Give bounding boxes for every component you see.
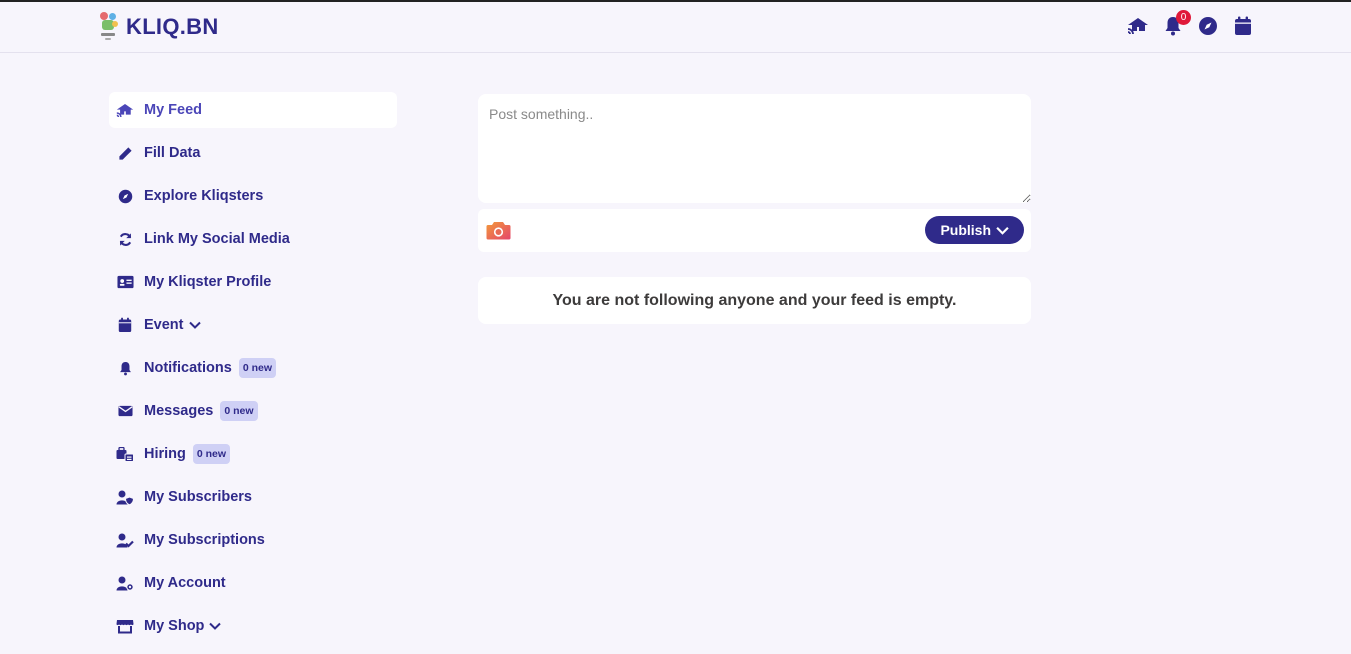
sidebar-item-messages[interactable]: Messages 0 new [109,393,397,429]
sidebar-item-hiring[interactable]: Hiring 0 new [109,436,397,472]
sidebar-item-my-subscriptions[interactable]: My Subscriptions [109,522,397,558]
sidebar-item-kliqster-profile[interactable]: My Kliqster Profile [109,264,397,300]
sidebar-item-my-feed[interactable]: My Feed [109,92,397,128]
user-check-icon [116,531,134,549]
post-input[interactable] [478,94,1031,203]
sidebar-item-my-account[interactable]: My Account [109,565,397,601]
camera-icon [486,222,511,240]
sidebar-item-label: Notifications [144,360,232,376]
chevron-down-icon [996,226,1009,235]
sidebar-item-label: Event [144,317,184,333]
sidebar-item-label: Link My Social Media [144,231,290,247]
sidebar-item-event[interactable]: Event [109,307,397,343]
hiring-new-badge: 0 new [192,444,231,464]
sidebar-item-fill-data[interactable]: Fill Data [109,135,397,171]
chevron-down-icon [188,321,201,329]
sidebar-item-label: My Subscriptions [144,532,265,548]
empty-feed-message: You are not following anyone and your fe… [478,277,1031,324]
sidebar-item-label: My Subscribers [144,489,252,505]
sidebar-item-label: My Kliqster Profile [144,274,272,290]
notification-count-badge: 0 [1176,10,1191,25]
hiring-icon [116,445,134,463]
sidebar-item-label: Explore Kliqsters [144,188,264,204]
envelope-icon [116,402,134,420]
sync-icon [116,230,134,248]
sidebar-item-notifications[interactable]: Notifications 0 new [109,350,397,386]
sidebar-item-label: My Feed [144,102,203,118]
sidebar-item-label: Messages [144,403,214,419]
pencil-icon [116,144,134,162]
publish-label: Publish [940,222,991,238]
compass-icon [1199,17,1217,35]
top-navbar: KLIQ.BN 0 [0,2,1351,53]
bell-icon [116,359,134,377]
sidebar-item-label: My Shop [144,618,205,634]
sidebar-item-label: Hiring [144,446,186,462]
chevron-down-icon [209,622,222,630]
user-gear-icon [116,574,134,592]
post-actions-bar: Publish [478,209,1031,252]
camera-upload-button[interactable] [486,221,511,245]
shop-icon [116,617,134,635]
logo-image [98,12,120,42]
calendar-button[interactable] [1231,14,1255,38]
sidebar-nav: My Feed Fill Data Explore Kliqsters Link… [109,92,397,651]
sidebar-item-label: Fill Data [144,145,201,161]
notifications-button[interactable]: 0 [1161,10,1191,38]
notifications-new-badge: 0 new [238,358,276,378]
feed-icon [116,101,134,119]
sidebar-item-explore-kliqsters[interactable]: Explore Kliqsters [109,178,397,214]
explore-button[interactable] [1196,14,1220,38]
sidebar-item-link-social-media[interactable]: Link My Social Media [109,221,397,257]
messages-new-badge: 0 new [220,401,258,421]
feed-icon [1127,18,1148,35]
empty-feed-text: You are not following anyone and your fe… [552,291,957,309]
user-shield-icon [116,488,134,506]
sidebar-item-label: My Account [144,575,226,591]
sidebar-item-my-subscribers[interactable]: My Subscribers [109,479,397,515]
compass-icon [116,187,134,205]
brand-logo[interactable]: KLIQ.BN [98,12,219,42]
feed-nav-button[interactable] [1126,14,1150,38]
publish-button[interactable]: Publish [925,216,1024,244]
brand-name: KLIQ.BN [126,14,219,39]
id-card-icon [116,273,134,291]
calendar-icon [1235,16,1251,35]
main-content: Publish You are not following anyone and… [478,94,1031,324]
sidebar-item-my-shop[interactable]: My Shop [109,608,397,644]
calendar-icon [116,316,134,334]
